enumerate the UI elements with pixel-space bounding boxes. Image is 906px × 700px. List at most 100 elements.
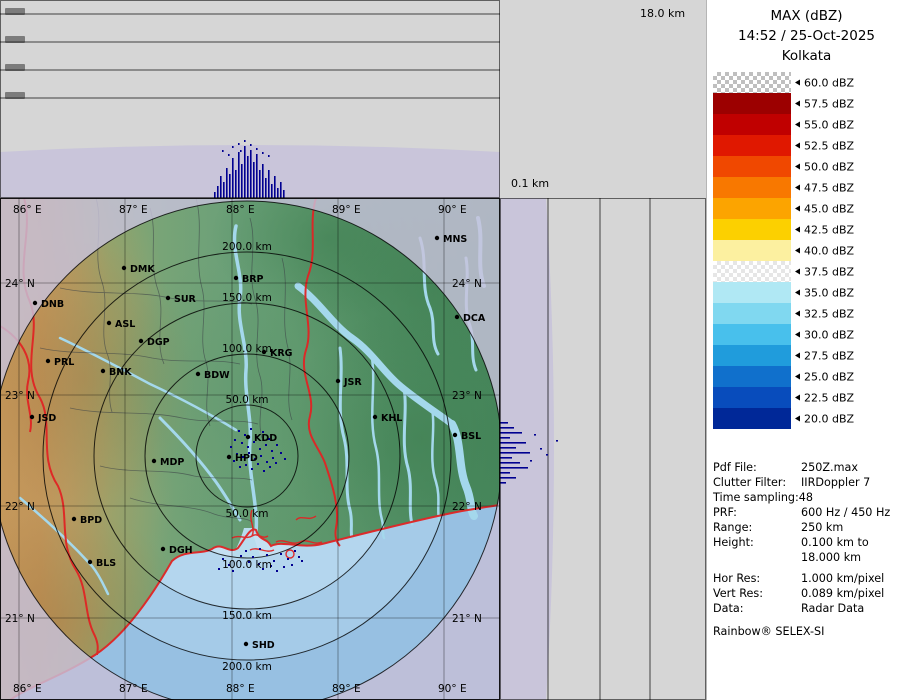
legend-swatch [713,114,791,135]
legend-entry: 35.0 dBZ [707,282,906,303]
legend-swatch [713,408,791,429]
svg-text:BLS: BLS [96,558,116,569]
legend-value-label: 57.5 dBZ [795,97,854,110]
legend-arrow-icon [795,80,800,86]
legend-arrow-icon [795,101,800,107]
legend-swatch [713,240,791,261]
svg-text:BNK: BNK [109,367,132,378]
svg-text:DMK: DMK [130,264,155,275]
legend-arrow-icon [795,269,800,275]
legend-swatch [713,387,791,408]
svg-text:200.0 km: 200.0 km [222,661,272,673]
legend-entry: 42.5 dBZ [707,219,906,240]
legend-entry: 55.0 dBZ [707,114,906,135]
svg-text:BSL: BSL [461,431,481,442]
legend-value-label: 25.0 dBZ [795,370,854,383]
legend-value-label: 22.5 dBZ [795,391,854,404]
svg-text:BDW: BDW [204,370,230,381]
svg-text:JSR: JSR [343,377,362,388]
svg-text:KHL: KHL [381,413,402,424]
svg-text:JSD: JSD [37,413,56,424]
legend-header: MAX (dBZ) 14:52 / 25-Oct-2025 Kolkata [707,6,906,66]
svg-text:MNS: MNS [443,234,467,245]
legend-arrow-icon [795,374,800,380]
legend-value-label: 52.5 dBZ [795,139,854,152]
top-height-profile-panel [0,0,500,198]
legend-swatch [713,156,791,177]
legend-swatch [713,345,791,366]
svg-text:23° N: 23° N [452,390,482,402]
side-height-profile-panel [500,198,706,700]
svg-text:150.0 km: 150.0 km [222,292,272,304]
radar-map: 200.0 km 150.0 km 100.0 km 50.0 km 50.0 … [0,198,500,700]
radar-display-window: 200.0 km 150.0 km 100.0 km 50.0 km 50.0 … [0,0,906,700]
svg-text:DGH: DGH [169,545,193,556]
svg-text:PRL: PRL [54,357,74,368]
svg-text:24° N: 24° N [452,278,482,290]
software-branding: Rainbow® SELEX-SI [713,624,905,639]
metadata-row: PRF:600 Hz / 450 Hz [713,505,905,520]
svg-text:86° E: 86° E [13,204,42,216]
height-max-label: 18.0 km [640,7,685,20]
legend-entry: 45.0 dBZ [707,198,906,219]
legend-entry: 30.0 dBZ [707,324,906,345]
legend-entry: 47.5 dBZ [707,177,906,198]
legend-value-label: 42.5 dBZ [795,223,854,236]
svg-text:50.0 km: 50.0 km [225,508,268,520]
svg-text:88° E: 88° E [226,683,255,695]
legend-entry: 40.0 dBZ [707,240,906,261]
legend-swatch [713,261,791,282]
metadata-row: Data:Radar Data [713,601,905,616]
legend-swatch [713,135,791,156]
legend-value-label: 50.0 dBZ [795,160,854,173]
legend-arrow-icon [795,164,800,170]
svg-text:200.0 km: 200.0 km [222,241,272,253]
legend-swatch [713,93,791,114]
legend-entry: 37.5 dBZ [707,261,906,282]
svg-text:KRG: KRG [270,348,293,359]
legend-arrow-icon [795,395,800,401]
legend-entry: 57.5 dBZ [707,93,906,114]
svg-text:HPD: HPD [235,453,258,464]
legend-value-label: 20.0 dBZ [795,412,854,425]
legend-swatch [713,324,791,345]
legend-value-label: 37.5 dBZ [795,265,854,278]
legend-arrow-icon [795,353,800,359]
svg-text:24° N: 24° N [5,278,35,290]
svg-text:21° N: 21° N [5,613,35,625]
metadata-rows: Pdf File:250Z.maxClutter Filter:IIRDoppl… [713,460,905,616]
legend-panel: MAX (dBZ) 14:52 / 25-Oct-2025 Kolkata 60… [706,0,906,700]
svg-text:MDP: MDP [160,457,184,468]
svg-text:DGP: DGP [147,337,170,348]
svg-text:86° E: 86° E [13,683,42,695]
legend-entry: 52.5 dBZ [707,135,906,156]
height-min-label: 0.1 km [511,177,549,190]
legend-arrow-icon [795,416,800,422]
legend-swatch [713,282,791,303]
metadata-row: Clutter Filter:IIRDoppler 7 [713,475,905,490]
legend-arrow-icon [795,227,800,233]
legend-entry: 20.0 dBZ [707,408,906,429]
legend-arrow-icon [795,206,800,212]
legend-value-label: 45.0 dBZ [795,202,854,215]
metadata-row: Height:0.100 km to [713,535,905,550]
svg-text:21° N: 21° N [452,613,482,625]
legend-swatch [713,303,791,324]
legend-arrow-icon [795,311,800,317]
product-timestamp: 14:52 / 25-Oct-2025 [707,26,906,46]
svg-text:BRP: BRP [242,274,264,285]
svg-text:87° E: 87° E [119,204,148,216]
legend-swatch [713,177,791,198]
legend-entry: 50.0 dBZ [707,156,906,177]
svg-text:ASL: ASL [115,319,135,330]
metadata-row: Range:250 km [713,520,905,535]
svg-text:KDD: KDD [254,433,277,444]
legend-arrow-icon [795,332,800,338]
svg-text:SUR: SUR [174,294,197,305]
svg-text:DCA: DCA [463,313,486,324]
legend-entry: 25.0 dBZ [707,366,906,387]
legend-arrow-icon [795,248,800,254]
svg-text:100.0 km: 100.0 km [222,559,272,571]
svg-text:23° N: 23° N [5,390,35,402]
legend-entry: 60.0 dBZ [707,72,906,93]
